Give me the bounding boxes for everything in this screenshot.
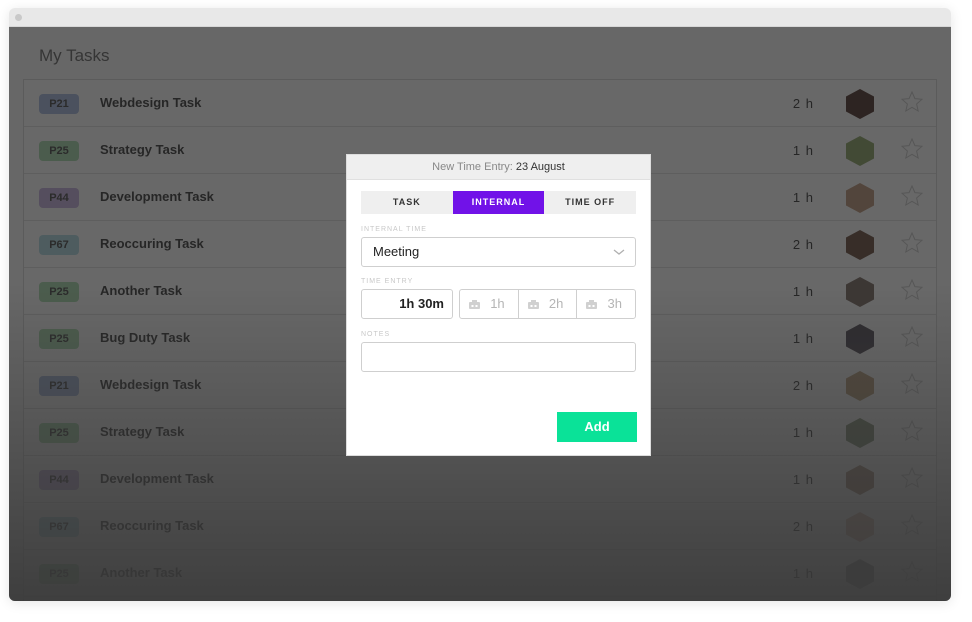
modal-header-date: 23 August xyxy=(515,161,565,173)
notes-input[interactable] xyxy=(361,342,636,372)
modal-header: New Time Entry: 23 August xyxy=(347,155,650,180)
titlebar xyxy=(9,8,951,27)
preset-value: 3h xyxy=(607,296,623,311)
preset-value: 2h xyxy=(548,296,564,311)
time-presets: 1h 2h 3h xyxy=(459,289,636,319)
add-button[interactable]: Add xyxy=(557,412,637,442)
new-time-entry-modal: New Time Entry: 23 August TASK INTERNAL … xyxy=(346,154,651,456)
preset-2h-button[interactable]: 2h xyxy=(517,290,577,318)
preset-value: 1h xyxy=(490,296,505,311)
time-entry-label: TIME ENTRY xyxy=(361,278,414,285)
internal-time-select[interactable]: Meeting xyxy=(361,237,636,267)
chevron-down-icon xyxy=(613,249,625,255)
entry-type-tabs: TASK INTERNAL TIME OFF xyxy=(361,191,636,214)
time-entry-input[interactable]: 1h 30m xyxy=(361,289,453,319)
tab-time-off[interactable]: TIME OFF xyxy=(544,191,636,214)
robot-icon xyxy=(586,300,598,309)
internal-time-value: Meeting xyxy=(373,244,420,259)
notes-label: NOTES xyxy=(361,331,391,338)
internal-time-label: INTERNAL TIME xyxy=(361,226,427,233)
tab-task[interactable]: TASK xyxy=(361,191,453,214)
preset-3h-button[interactable]: 3h xyxy=(576,290,635,318)
robot-icon xyxy=(527,300,539,309)
preset-1h-button[interactable]: 1h xyxy=(460,290,518,318)
window-control-dot[interactable] xyxy=(15,14,22,21)
robot-icon xyxy=(469,300,480,309)
tab-internal[interactable]: INTERNAL xyxy=(452,191,545,214)
modal-header-prefix: New Time Entry: xyxy=(432,161,513,173)
